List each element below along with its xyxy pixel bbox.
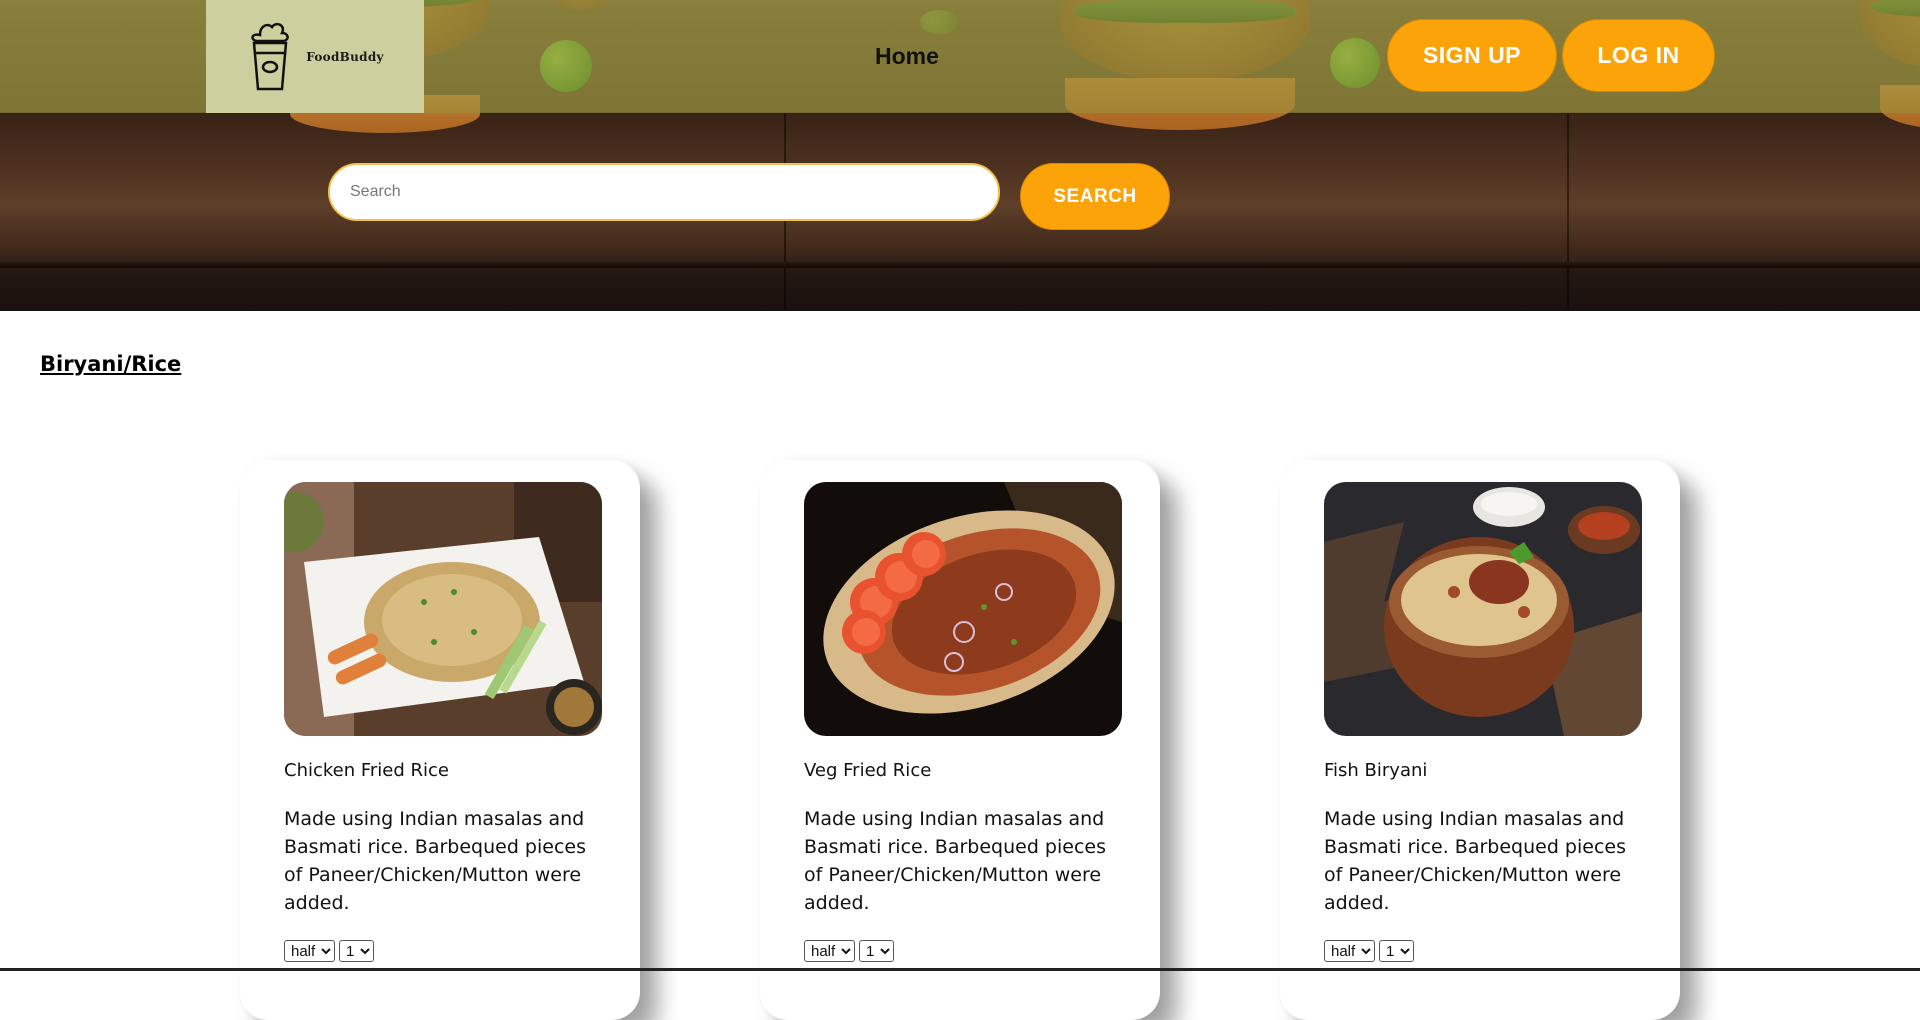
- food-image: [1324, 482, 1642, 736]
- food-name: Fish Biryani: [1324, 760, 1428, 781]
- portion-select[interactable]: half: [1324, 940, 1375, 962]
- divider: [1567, 113, 1569, 310]
- food-card: Chicken Fried Rice Made using Indian mas…: [240, 460, 640, 1020]
- order-options: half 1: [1324, 940, 1414, 962]
- quantity-select[interactable]: 1: [339, 940, 374, 962]
- search-input[interactable]: [328, 163, 1000, 221]
- logo[interactable]: FoodBuddy: [206, 0, 424, 113]
- portion-select[interactable]: half: [284, 940, 335, 962]
- signup-button[interactable]: SIGN UP: [1387, 19, 1557, 92]
- food-card: Fish Biryani Made using Indian masalas a…: [1280, 460, 1680, 1020]
- logo-text: FoodBuddy: [306, 49, 384, 64]
- table-edge: [0, 262, 1920, 268]
- food-image: [804, 482, 1122, 736]
- food-description: Made using Indian masalas and Basmati ri…: [804, 808, 1106, 914]
- food-name: Chicken Fried Rice: [284, 760, 450, 781]
- quantity-select[interactable]: 1: [1379, 940, 1414, 962]
- quantity-select[interactable]: 1: [859, 940, 894, 962]
- search-button[interactable]: SEARCH: [1020, 163, 1170, 230]
- nav-home-link[interactable]: Home: [875, 43, 939, 70]
- food-name: Veg Fried Rice: [804, 760, 932, 781]
- food-description: Made using Indian masalas and Basmati ri…: [284, 808, 586, 914]
- portion-select[interactable]: half: [804, 940, 855, 962]
- drink-cup-icon: [251, 22, 290, 90]
- order-options: half 1: [804, 940, 894, 962]
- category-title: Biryani/Rice: [40, 352, 182, 376]
- login-button[interactable]: LOG IN: [1562, 19, 1715, 92]
- hero-banner: FoodBuddy Home SIGN UP LOG IN SEARCH: [0, 0, 1920, 311]
- order-options: half 1: [284, 940, 374, 962]
- food-description: Made using Indian masalas and Basmati ri…: [1324, 808, 1626, 914]
- food-image: [284, 482, 602, 736]
- food-card: Veg Fried Rice Made using Indian masalas…: [760, 460, 1160, 1020]
